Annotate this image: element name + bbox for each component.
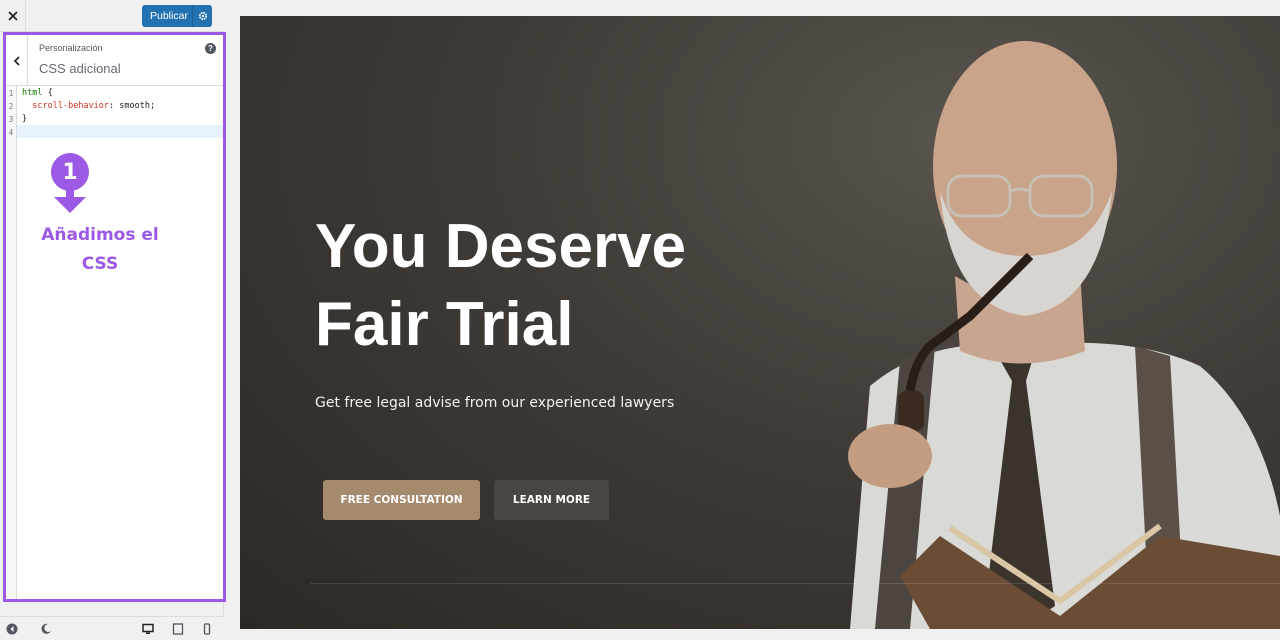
css-selector: html <box>22 88 43 98</box>
chevron-left-icon <box>13 55 20 66</box>
collapse-button[interactable] <box>4 621 20 637</box>
hero-title-line: You Deserve <box>315 212 687 281</box>
css-property: scroll-behavior <box>32 101 110 111</box>
line-number: 2 <box>8 102 14 111</box>
mobile-preview-button[interactable] <box>199 621 215 637</box>
publish-settings-button[interactable] <box>192 5 212 27</box>
dark-mode-toggle[interactable] <box>38 621 54 637</box>
annotation-line: CSS <box>81 254 119 274</box>
css-code-editor[interactable]: 1 2 3 4 html { scroll-behavior: smooth; … <box>6 86 223 599</box>
breadcrumb: Personalización <box>39 43 103 53</box>
annotation-text: Añadimos el CSS <box>30 221 170 279</box>
back-button[interactable] <box>6 35 28 86</box>
hero-title-line: Fair Trial <box>315 290 574 359</box>
close-button[interactable] <box>0 0 26 32</box>
customizer-header: Publicar <box>0 0 224 32</box>
tablet-preview-button[interactable] <box>170 621 186 637</box>
line-number: 4 <box>8 128 14 137</box>
divider <box>310 583 1280 584</box>
code-line: scroll-behavior: smooth; <box>22 101 155 111</box>
free-consultation-button[interactable]: FREE CONSULTATION <box>323 480 480 520</box>
additional-css-panel: Personalización CSS adicional ? 1 2 3 4 … <box>3 32 226 602</box>
desktop-preview-button[interactable] <box>140 621 156 637</box>
annotation-line: Añadimos el <box>41 225 159 245</box>
customizer-sidebar: Publicar Personalización CSS adicional ?… <box>0 0 226 640</box>
gear-icon <box>198 11 207 21</box>
collapse-icon <box>6 623 18 635</box>
help-icon[interactable]: ? <box>205 43 216 54</box>
tablet-icon <box>172 623 184 635</box>
line-number-gutter: 1 2 3 4 <box>6 86 17 599</box>
dark-mode-icon <box>41 623 51 634</box>
lawyer-portrait-image <box>848 41 1280 629</box>
line-number: 1 <box>8 89 14 98</box>
close-icon <box>7 11 18 21</box>
publish-button[interactable]: Publicar <box>142 5 212 27</box>
customizer-footer <box>0 616 224 640</box>
panel-title: CSS adicional <box>39 61 121 76</box>
publish-label: Publicar <box>150 10 188 22</box>
hero-subtitle: Get free legal advise from our experienc… <box>315 395 675 411</box>
active-line-highlight <box>17 125 223 138</box>
line-number: 3 <box>8 115 14 124</box>
css-value: : smooth; <box>109 101 156 111</box>
learn-more-button[interactable]: LEARN MORE <box>494 480 609 520</box>
code-line: html { <box>22 88 53 98</box>
panel-header: Personalización CSS adicional ? <box>6 35 223 86</box>
hero-title: You Deserve Fair Trial <box>315 208 775 364</box>
arrow-down-icon <box>54 185 86 213</box>
code-line: } <box>22 114 28 124</box>
mobile-icon <box>203 623 211 635</box>
desktop-icon <box>142 623 154 634</box>
site-preview[interactable]: You Deserve Fair Trial Get free legal ad… <box>240 16 1280 629</box>
